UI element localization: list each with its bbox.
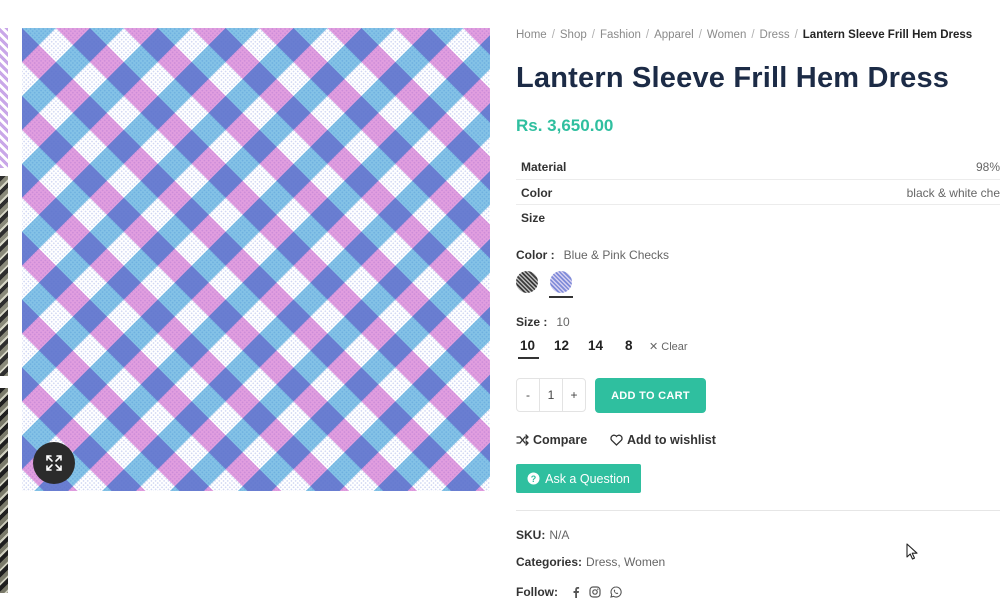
product-image[interactable] xyxy=(22,28,490,491)
facebook-icon[interactable] xyxy=(572,586,580,598)
size-option-12[interactable]: 12 xyxy=(554,338,569,353)
gingham-pattern xyxy=(22,28,490,491)
compare-link[interactable]: Compare xyxy=(516,433,587,447)
attribute-value: black & white che xyxy=(906,185,1000,200)
swatch-blue-pink-check[interactable] xyxy=(550,271,572,293)
zoom-button[interactable] xyxy=(33,442,75,484)
clear-button[interactable]: ✕ Clear xyxy=(649,340,688,353)
thumbnail-1[interactable] xyxy=(0,28,8,168)
color-selected-value: Blue & Pink Checks xyxy=(563,248,670,262)
size-option-8[interactable]: 8 xyxy=(625,338,633,353)
categories-row: Categories: Dress, Women xyxy=(516,555,666,569)
color-label: Color : Blue & Pink Checks xyxy=(516,248,670,262)
divider xyxy=(516,510,1000,511)
heart-icon xyxy=(610,434,623,446)
breadcrumb-shop[interactable]: Shop xyxy=(560,29,587,41)
size-option-14[interactable]: 14 xyxy=(588,338,603,353)
add-to-cart-button[interactable]: ADD TO CART xyxy=(595,378,706,413)
breadcrumb-dress[interactable]: Dress xyxy=(760,29,790,41)
size-label: Size :10 xyxy=(516,315,570,329)
sku-row: SKU: N/A xyxy=(516,528,570,542)
cursor-icon xyxy=(906,543,918,560)
product-title: Lantern Sleeve Frill Hem Dress xyxy=(516,62,950,94)
attribute-row: Material 98% xyxy=(516,154,1000,180)
attribute-row: Size xyxy=(516,205,1000,231)
quantity-plus-button[interactable]: + xyxy=(563,379,585,411)
size-option-10[interactable]: 10 xyxy=(517,338,540,359)
thumbnail-2[interactable] xyxy=(0,176,8,376)
sku-value: N/A xyxy=(549,528,570,542)
thumbnail-strip xyxy=(0,28,8,598)
expand-icon xyxy=(46,455,62,471)
swatch-black-white-check[interactable] xyxy=(516,271,538,293)
swatch-selected-indicator xyxy=(549,296,573,298)
quantity-stepper: - 1 + xyxy=(516,378,586,412)
categories-value[interactable]: Dress, Women xyxy=(586,555,665,569)
size-selected-value: 10 xyxy=(556,315,570,329)
wishlist-link[interactable]: Add to wishlist xyxy=(610,433,716,447)
svg-text:?: ? xyxy=(531,474,537,484)
social-links xyxy=(572,586,622,598)
breadcrumb-women[interactable]: Women xyxy=(707,29,746,41)
shuffle-icon xyxy=(516,434,529,446)
quantity-input[interactable]: 1 xyxy=(539,379,563,411)
attribute-name: Material xyxy=(521,160,567,174)
breadcrumb-fashion[interactable]: Fashion xyxy=(600,29,641,41)
close-icon: ✕ xyxy=(649,341,659,353)
question-icon: ? xyxy=(527,472,540,485)
breadcrumb-apparel[interactable]: Apparel xyxy=(654,29,694,41)
attribute-name: Color xyxy=(521,185,553,200)
attributes-table: Material 98% Color black & white che Siz… xyxy=(516,154,1000,231)
breadcrumb: Home / Shop / Fashion / Apparel / Women / Dress / La… xyxy=(516,29,973,41)
ask-question-button[interactable]: ? Ask a Question xyxy=(516,464,641,493)
product-price: Rs. 3,650.00 xyxy=(516,116,614,135)
attribute-value: 98% xyxy=(975,160,1000,174)
follow-row: Follow: xyxy=(516,585,622,599)
product-summary: Home / Shop / Fashion / Apparel / Women / Dress / La… xyxy=(516,0,1000,604)
thumbnail-3[interactable] xyxy=(0,388,8,593)
breadcrumb-current: Lantern Sleeve Frill Hem Dress xyxy=(802,29,973,41)
whatsapp-icon[interactable] xyxy=(610,586,622,598)
breadcrumb-home[interactable]: Home xyxy=(516,29,547,41)
attribute-row: Color black & white che xyxy=(516,180,1000,205)
attribute-name: Size xyxy=(521,211,546,225)
instagram-icon[interactable] xyxy=(589,586,601,598)
quantity-minus-button[interactable]: - xyxy=(517,379,539,411)
